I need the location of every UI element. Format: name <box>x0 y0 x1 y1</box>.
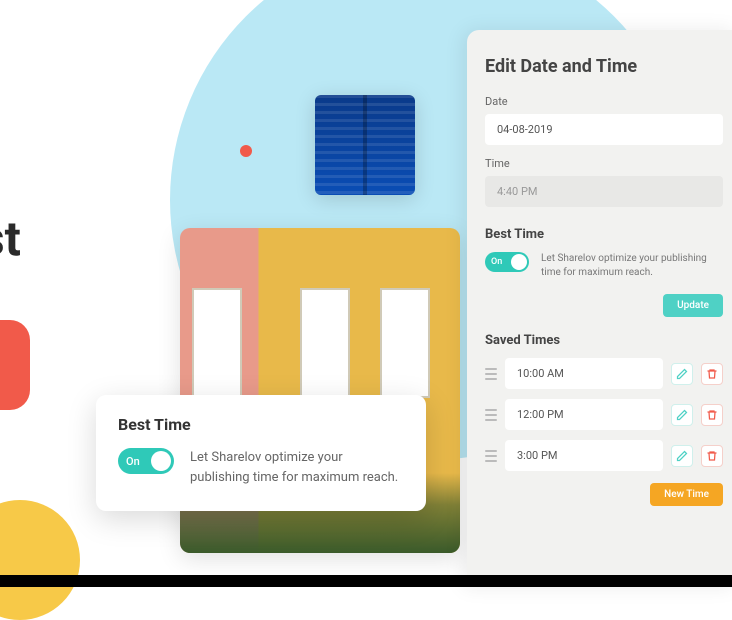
drag-handle-icon[interactable] <box>485 368 497 380</box>
saved-time-row: 12:00 PM <box>485 399 723 430</box>
saved-time-value: 10:00 AM <box>505 358 663 389</box>
drag-handle-icon[interactable] <box>485 409 497 421</box>
saved-times-list: 10:00 AM 12:00 PM 3:00 PM <box>485 358 723 471</box>
best-time-card: Best Time On Let Sharelov optimize your … <box>96 395 426 511</box>
saved-time-value: 3:00 PM <box>505 440 663 471</box>
new-time-button[interactable]: New Time <box>650 483 723 506</box>
edit-datetime-panel: Edit Date and Time Date Time Best Time O… <box>467 30 732 587</box>
panel-toggle-knob <box>511 254 527 270</box>
saved-time-row: 3:00 PM <box>485 440 723 471</box>
pencil-icon <box>676 368 688 380</box>
edit-time-button[interactable] <box>671 363 693 385</box>
panel-best-time-toggle[interactable]: On <box>485 252 529 272</box>
delete-time-button[interactable] <box>701 445 723 467</box>
drag-handle-icon[interactable] <box>485 450 497 462</box>
toggle-knob <box>151 451 171 471</box>
panel-title: Edit Date and Time <box>485 56 723 77</box>
panel-toggle-label: On <box>491 257 502 267</box>
saved-time-row: 10:00 AM <box>485 358 723 389</box>
best-time-description: Let Sharelov optimize your publishing ti… <box>190 448 404 487</box>
pencil-icon <box>676 409 688 421</box>
time-input <box>485 176 723 207</box>
bottom-black-bar <box>0 575 732 587</box>
date-label: Date <box>485 95 723 108</box>
trash-icon <box>706 409 718 421</box>
decorative-dot <box>240 145 252 157</box>
best-time-toggle[interactable]: On <box>118 448 174 474</box>
best-time-card-title: Best Time <box>118 415 404 434</box>
edit-time-button[interactable] <box>671 404 693 426</box>
best-time-section-title: Best Time <box>485 227 723 242</box>
date-input[interactable] <box>485 114 723 145</box>
saved-times-title: Saved Times <box>485 333 723 348</box>
edit-time-button[interactable] <box>671 445 693 467</box>
background-blob-yellow <box>0 500 80 620</box>
update-button[interactable]: Update <box>663 294 723 317</box>
panel-best-time-description: Let Sharelov optimize your publishing ti… <box>541 252 723 280</box>
thumbnail-tile <box>315 95 415 195</box>
trash-icon <box>706 450 718 462</box>
page-heading-fragment: st <box>0 210 21 267</box>
background-blob-red <box>0 320 30 410</box>
pencil-icon <box>676 450 688 462</box>
delete-time-button[interactable] <box>701 404 723 426</box>
trash-icon <box>706 368 718 380</box>
saved-time-value: 12:00 PM <box>505 399 663 430</box>
delete-time-button[interactable] <box>701 363 723 385</box>
time-label: Time <box>485 157 723 170</box>
toggle-label: On <box>126 455 140 468</box>
